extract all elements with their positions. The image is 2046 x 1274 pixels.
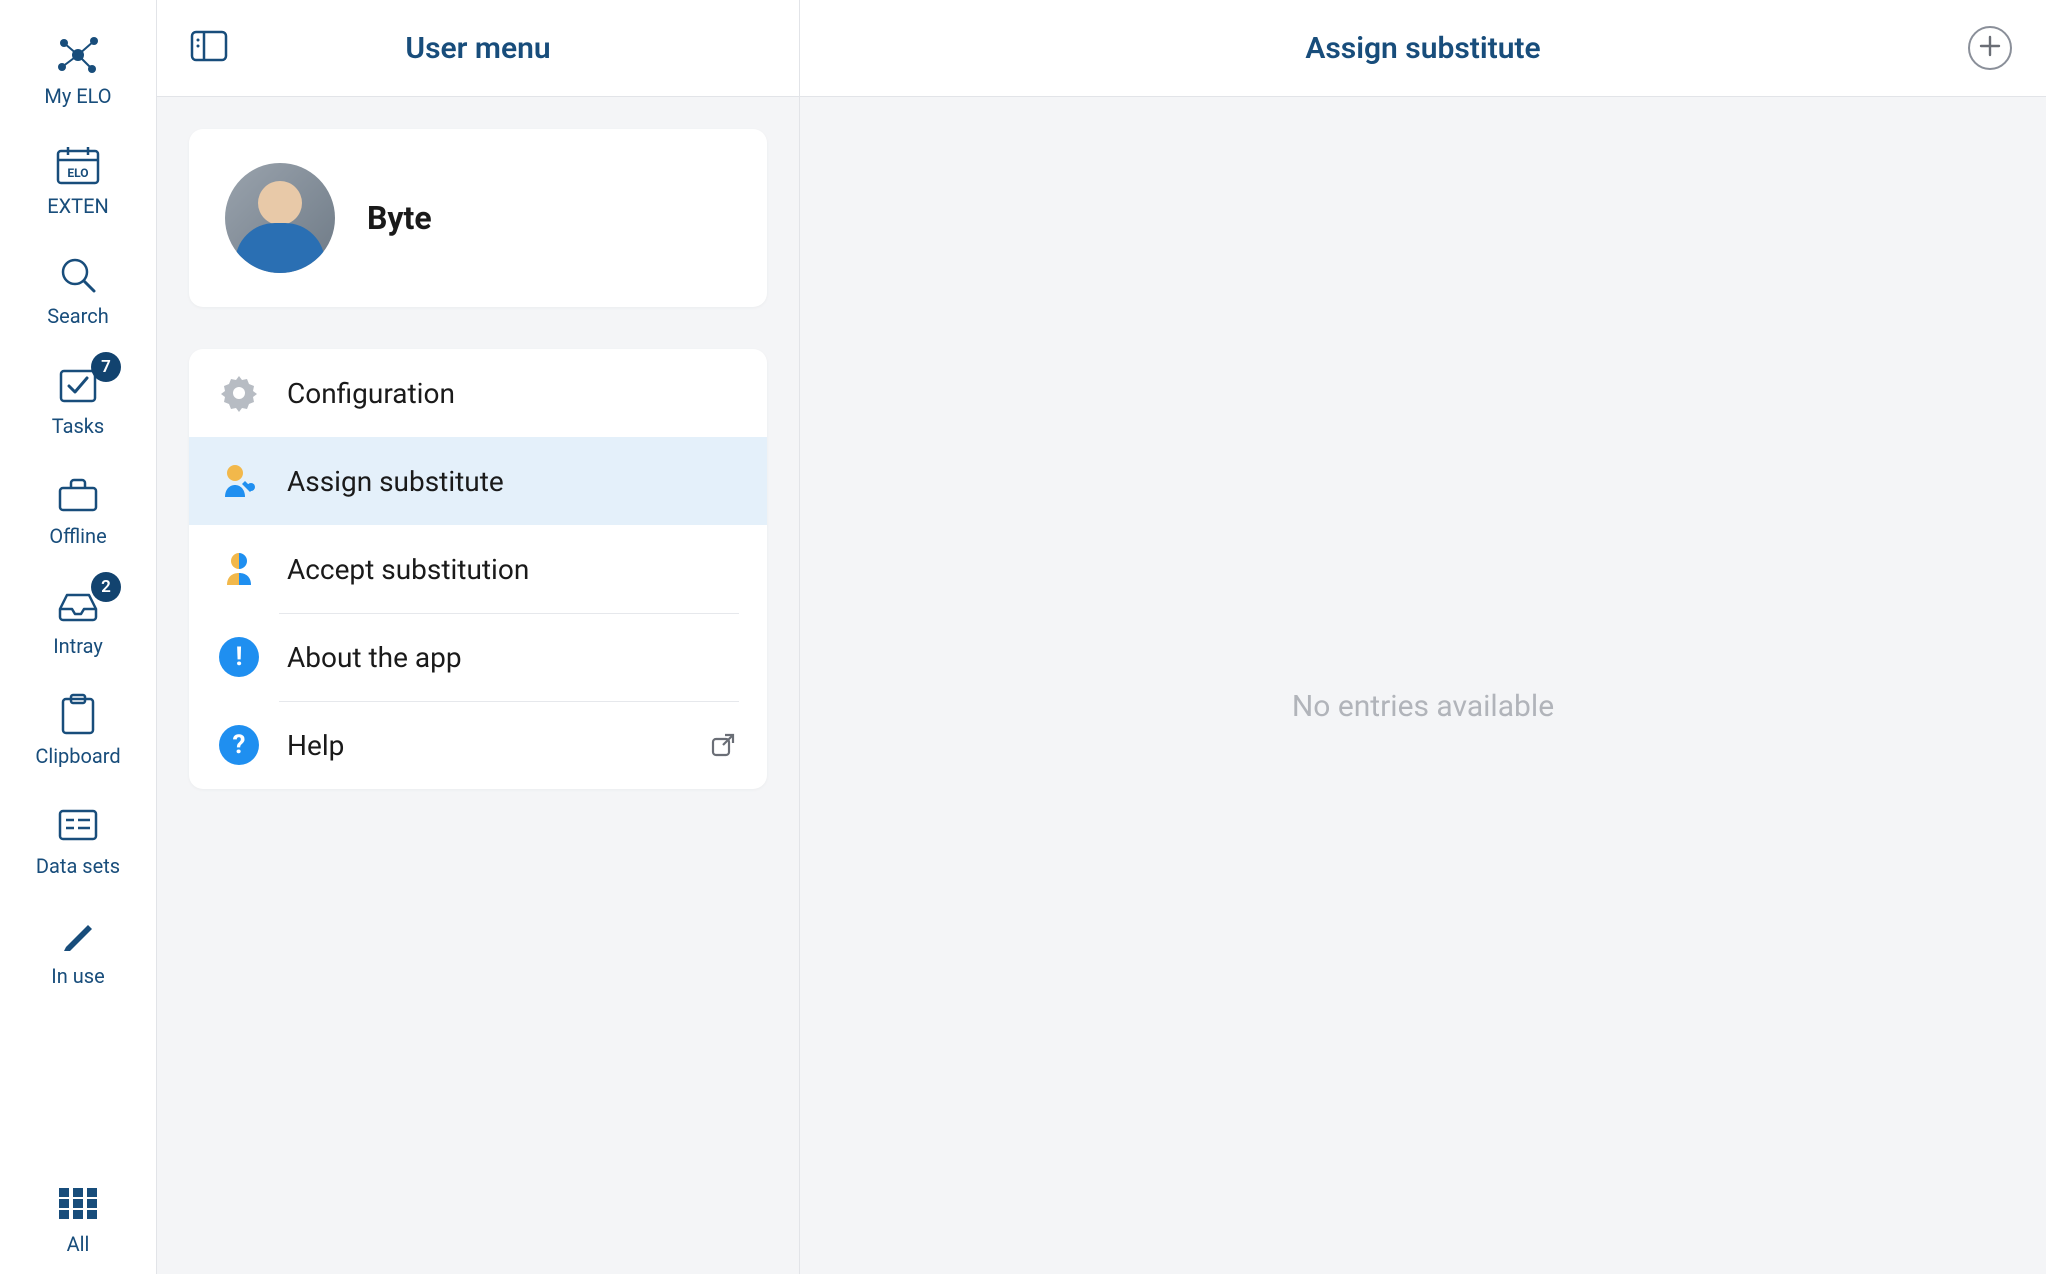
menu-item-assign-substitute[interactable]: Assign substitute [189, 437, 767, 525]
user-menu-header: User menu [157, 0, 799, 97]
rail-item-tasks[interactable]: 7 Tasks [0, 344, 156, 454]
rail-item-exten[interactable]: ELO EXTEN [0, 124, 156, 234]
help-icon: ? [217, 723, 261, 767]
briefcase-icon [51, 472, 105, 518]
nav-rail: My ELO ELO EXTEN Search 7 Tasks Offline … [0, 0, 157, 1274]
detail-title: Assign substitute [1305, 31, 1540, 66]
rail-label: My ELO [44, 84, 111, 108]
menu-item-label: Help [287, 729, 344, 762]
menu-item-label: Configuration [287, 377, 455, 410]
tasks-badge: 7 [91, 352, 121, 382]
rail-label: Search [47, 304, 108, 328]
detail-body: No entries available [800, 97, 2046, 1274]
menu-item-about[interactable]: ! About the app [189, 613, 767, 701]
external-link-icon [707, 729, 739, 761]
rail-label: Tasks [52, 414, 105, 438]
plus-icon [1979, 35, 2001, 61]
network-icon [51, 32, 105, 78]
rail-label: All [67, 1232, 90, 1256]
rail-item-offline[interactable]: Offline [0, 454, 156, 564]
pencil-icon [51, 912, 105, 958]
menu-item-label: About the app [287, 641, 462, 674]
user-name: Byte [367, 199, 432, 237]
rail-label: Clipboard [35, 744, 120, 768]
person-split-icon [217, 547, 261, 591]
menu-item-help[interactable]: ? Help [189, 701, 767, 789]
inbox-icon: 2 [51, 582, 105, 628]
rail-label: Intray [53, 634, 103, 658]
user-menu-title: User menu [405, 31, 550, 66]
calendar-elo-icon: ELO [51, 142, 105, 188]
avatar [225, 163, 335, 273]
user-card[interactable]: Byte [189, 129, 767, 307]
rail-item-all[interactable]: All [0, 1162, 156, 1274]
clipboard-icon [51, 692, 105, 738]
detail-column: Assign substitute No entries available [800, 0, 2046, 1274]
rail-item-datasets[interactable]: Data sets [0, 784, 156, 894]
menu-item-configuration[interactable]: Configuration [189, 349, 767, 437]
rail-item-clipboard[interactable]: Clipboard [0, 674, 156, 784]
panel-icon [189, 28, 229, 68]
rail-item-inuse[interactable]: In use [0, 894, 156, 1004]
panel-toggle-button[interactable] [185, 24, 233, 72]
user-wrench-icon [217, 459, 261, 503]
checkbox-icon: 7 [51, 362, 105, 408]
menu-item-label: Assign substitute [287, 465, 504, 498]
user-menu-list: Configuration Assign substitute Accept s… [189, 349, 767, 789]
form-icon [51, 802, 105, 848]
user-menu-column: User menu Byte Configuration Assign subs… [157, 0, 800, 1274]
rail-label: In use [51, 964, 104, 988]
gear-icon [217, 371, 261, 415]
empty-state-message: No entries available [832, 689, 2014, 724]
grid-icon [51, 1180, 105, 1226]
intray-badge: 2 [91, 572, 121, 602]
add-button[interactable] [1968, 26, 2012, 70]
rail-item-intray[interactable]: 2 Intray [0, 564, 156, 674]
rail-item-search[interactable]: Search [0, 234, 156, 344]
rail-label: EXTEN [47, 194, 108, 218]
search-icon [51, 252, 105, 298]
info-icon: ! [217, 635, 261, 679]
menu-item-accept-substitution[interactable]: Accept substitution [189, 525, 767, 613]
menu-item-label: Accept substitution [287, 553, 529, 586]
rail-item-myelo[interactable]: My ELO [0, 14, 156, 124]
rail-label: Offline [49, 524, 106, 548]
svg-text:ELO: ELO [67, 166, 88, 180]
detail-header: Assign substitute [800, 0, 2046, 97]
rail-label: Data sets [36, 854, 120, 878]
